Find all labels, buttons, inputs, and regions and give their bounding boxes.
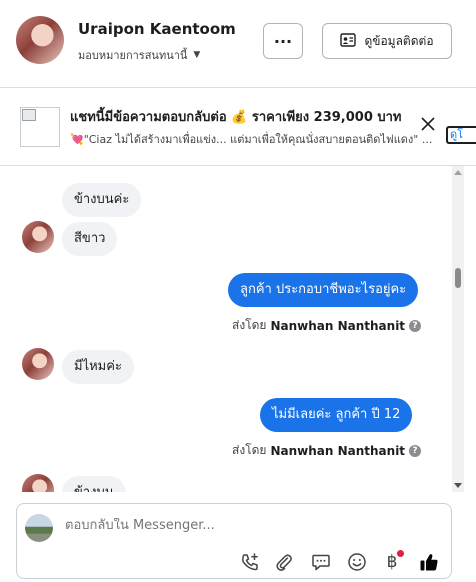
conversation-header: Uraipon Kaentoom มอบหมายการสนทนานี้ ▼ ··… [0,0,476,88]
assign-conversation-dropdown[interactable]: มอบหมายการสนทนานี้ ▼ [78,46,200,64]
scrollbar-thumb[interactable] [455,268,461,288]
reply-input[interactable] [65,518,365,533]
scroll-up-arrow-icon[interactable] [454,170,462,175]
sent-by-label: ส่งโดย Nanwhan Nanthanit ? [232,441,422,460]
contact-avatar[interactable] [16,16,64,64]
emoji-icon[interactable] [346,551,368,573]
incoming-message[interactable]: มีไหมค่ะ [62,350,134,384]
chevron-down-icon: ▼ [193,50,201,60]
ad-reference-card: แชทนี้มีข้อความตอบกลับต่อ 💰 ราคาเพียง 23… [0,88,476,166]
close-icon[interactable] [419,115,437,133]
notification-dot [397,550,404,557]
view-contact-label: ดูข้อมูลติดต่อ [364,33,434,48]
messenger-conversation-panel: Uraipon Kaentoom มอบหมายการสนทนานี้ ▼ ··… [0,0,476,582]
paperclip-icon[interactable] [273,551,295,573]
incoming-message[interactable]: ข้างบนค่ะ [62,183,142,217]
contact-avatar-small [22,474,54,492]
ad-title: แชทนี้มีข้อความตอบกลับต่อ 💰 ราคาเพียง 23… [70,110,402,125]
view-contact-button[interactable]: ดูข้อมูลติดต่อ [322,23,452,59]
contact-avatar-small [22,348,54,380]
saved-reply-icon[interactable] [310,551,332,573]
scroll-down-arrow-icon[interactable] [454,483,462,488]
contact-avatar-small [22,221,54,253]
more-dots-icon: ··· [273,31,293,51]
outgoing-message[interactable]: ลูกค้า ประกอบาชีพอะไรอยู่คะ [228,273,419,307]
sent-by-label: ส่งโดย Nanwhan Nanthanit ? [232,316,422,335]
contact-name[interactable]: Uraipon Kaentoom [78,20,236,38]
question-info-icon[interactable]: ? [409,444,422,457]
thread-scrollbar[interactable] [452,166,464,492]
incoming-message[interactable]: สีขาว [62,222,118,256]
message-composer: ฿ [16,503,452,579]
more-options-button[interactable]: ··· [263,23,303,59]
thumbs-up-icon[interactable] [418,551,440,573]
ad-thumbnail-image [20,107,60,147]
contact-card-icon [340,32,357,50]
outgoing-message[interactable]: ไม่มีเลยค่ะ ลูกค้า ปี 12 [260,398,413,432]
view-ad-link[interactable]: ดูโ [446,126,476,144]
question-info-icon[interactable]: ? [409,319,422,332]
message-thread[interactable]: ข้างบนค่ะ สีขาว ลูกค้า ประกอบาชีพอะไรอยู… [0,166,462,492]
sender-name: Nanwhan Nanthanit [270,318,406,333]
assign-label: มอบหมายการสนทนานี้ [78,49,188,62]
sender-name: Nanwhan Nanthanit [270,443,406,458]
page-avatar [25,514,53,542]
baht-icon[interactable]: ฿ [381,550,404,573]
phone-add-icon[interactable] [239,551,261,573]
sent-by-prefix: ส่งโดย [232,443,267,457]
incoming-message[interactable]: ข้างบน [62,476,126,492]
ad-subtitle: 💘"Ciaz ไม่ได้สร้างมาเพื่อแข่ง... แต่มาเพ… [70,133,433,146]
sent-by-prefix: ส่งโดย [232,318,267,332]
